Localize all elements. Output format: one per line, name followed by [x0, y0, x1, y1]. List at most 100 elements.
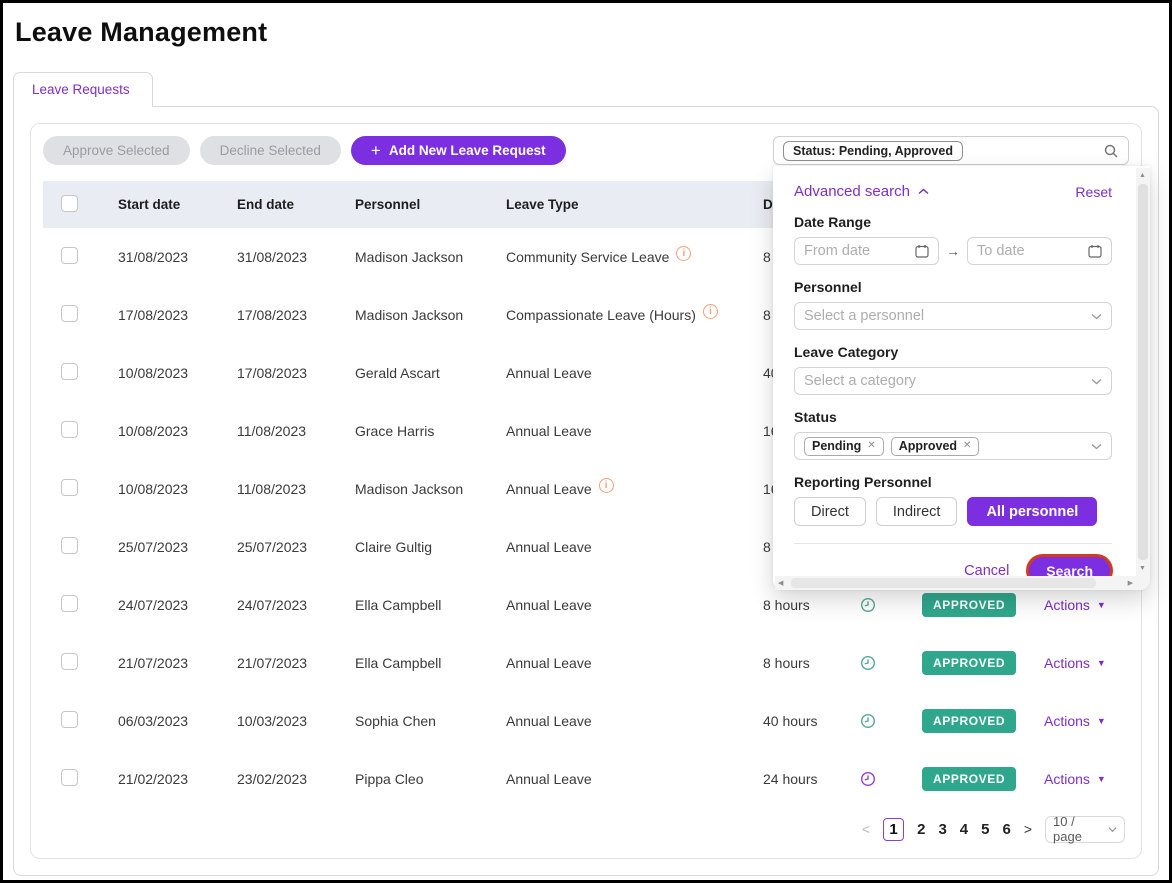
header-end-date: End date [237, 197, 355, 212]
header-leave-type: Leave Type [506, 197, 763, 212]
pagination-prev[interactable]: < [862, 821, 870, 837]
leave-category-select[interactable]: Select a category [794, 367, 1112, 395]
tab-leave-requests[interactable]: Leave Requests [13, 72, 153, 107]
pagination-page-3[interactable]: 3 [938, 821, 946, 838]
status-chip-approved: Approved✕ [891, 437, 980, 456]
info-icon[interactable]: i [676, 246, 691, 261]
cell-end-date: 21/07/2023 [237, 655, 355, 671]
pagination-page-1[interactable]: 1 [883, 818, 904, 841]
cell-leave-type: Compassionate Leave (Hours) [506, 307, 696, 323]
actions-dropdown[interactable]: Actions▼ [1044, 713, 1121, 729]
pagination-page-2[interactable]: 2 [917, 821, 925, 838]
clock-icon [860, 713, 876, 729]
select-all-checkbox[interactable] [61, 195, 78, 212]
reporting-all-personnel-button[interactable]: All personnel [967, 497, 1097, 526]
status-badge: APPROVED [922, 709, 1016, 733]
row-checkbox[interactable] [61, 711, 78, 728]
table-row: 21/02/2023 23/02/2023 Pippa Cleo Annual … [43, 750, 1129, 808]
panel-vertical-scrollbar[interactable]: ▲ ▼ [1136, 168, 1150, 576]
cell-personnel: Madison Jackson [355, 307, 506, 323]
caret-up-icon [918, 188, 929, 195]
cell-start-date: 06/03/2023 [118, 713, 237, 729]
leave-category-label: Leave Category [794, 344, 1112, 360]
pagination-page-6[interactable]: 6 [1002, 821, 1010, 838]
cell-leave-type: Annual Leave [506, 481, 592, 497]
row-checkbox[interactable] [61, 595, 78, 612]
chevron-down-icon: ▼ [1097, 658, 1106, 668]
pagination-page-4[interactable]: 4 [960, 821, 968, 838]
chevron-down-icon: ▼ [1097, 600, 1106, 610]
info-icon[interactable]: i [703, 304, 718, 319]
status-label: Status [794, 409, 1112, 425]
row-checkbox[interactable] [61, 305, 78, 322]
page-title: Leave Management [15, 17, 1159, 48]
panel-horizontal-scrollbar[interactable]: ◀ ▶ [775, 576, 1136, 590]
search-button[interactable]: Search [1029, 557, 1110, 576]
cell-duration: 40 hours [763, 713, 817, 729]
reporting-indirect-button[interactable]: Indirect [876, 497, 958, 526]
calendar-icon [915, 244, 929, 258]
status-multiselect[interactable]: Pending✕ Approved✕ [794, 432, 1112, 460]
scroll-right-icon[interactable]: ▶ [1128, 580, 1133, 587]
page-size-select[interactable]: 10 / page [1045, 816, 1125, 843]
cell-end-date: 25/07/2023 [237, 539, 355, 555]
cell-end-date: 17/08/2023 [237, 307, 355, 323]
add-new-leave-request-button[interactable]: + Add New Leave Request [351, 136, 566, 165]
actions-dropdown[interactable]: Actions▼ [1044, 771, 1121, 787]
header-start-date: Start date [118, 197, 237, 212]
cell-start-date: 10/08/2023 [118, 481, 237, 497]
info-icon[interactable]: i [599, 478, 614, 493]
pagination-page-5[interactable]: 5 [981, 821, 989, 838]
approve-selected-button[interactable]: Approve Selected [43, 136, 190, 165]
cell-personnel: Ella Campbell [355, 597, 506, 613]
cell-personnel: Claire Gultig [355, 539, 506, 555]
search-input[interactable]: Status: Pending, Approved [773, 136, 1129, 165]
row-checkbox[interactable] [61, 479, 78, 496]
actions-dropdown[interactable]: Actions▼ [1044, 597, 1121, 613]
row-checkbox[interactable] [61, 769, 78, 786]
cell-duration: 24 hours [763, 771, 817, 787]
date-range-label: Date Range [794, 214, 1112, 230]
actions-dropdown[interactable]: Actions▼ [1044, 655, 1121, 671]
scroll-left-icon[interactable]: ◀ [778, 580, 783, 587]
chevron-down-icon [1108, 826, 1117, 833]
cell-start-date: 25/07/2023 [118, 539, 237, 555]
from-date-field[interactable]: From date [794, 237, 939, 265]
row-checkbox[interactable] [61, 247, 78, 264]
remove-tag-icon[interactable]: ✕ [867, 440, 875, 451]
to-date-field[interactable]: To date [967, 237, 1112, 265]
advanced-search-panel: Advanced search Reset Date Range From da… [773, 166, 1150, 590]
remove-tag-icon[interactable]: ✕ [963, 440, 971, 451]
cell-leave-type: Annual Leave [506, 423, 592, 439]
chevron-down-icon [1091, 378, 1102, 385]
status-chip-pending: Pending✕ [804, 437, 884, 456]
scrollbar-thumb[interactable] [791, 578, 1096, 588]
search-filter-tag[interactable]: Status: Pending, Approved [783, 141, 963, 161]
chevron-down-icon: ▼ [1097, 716, 1106, 726]
advanced-search-toggle[interactable]: Advanced search [794, 183, 929, 200]
cell-end-date: 10/03/2023 [237, 713, 355, 729]
scrollbar-thumb[interactable] [1138, 184, 1148, 560]
reset-link[interactable]: Reset [1075, 184, 1112, 200]
row-checkbox[interactable] [61, 421, 78, 438]
scroll-down-icon[interactable]: ▼ [1139, 565, 1146, 572]
row-checkbox[interactable] [61, 537, 78, 554]
status-badge: APPROVED [922, 767, 1016, 791]
cell-end-date: 11/08/2023 [237, 481, 355, 497]
reporting-direct-button[interactable]: Direct [794, 497, 866, 526]
scroll-up-icon[interactable]: ▲ [1139, 172, 1146, 179]
row-checkbox[interactable] [61, 363, 78, 380]
chevron-down-icon [1091, 313, 1102, 320]
pagination: < 1 2 3 4 5 6 > 10 / page [43, 814, 1125, 844]
cancel-button[interactable]: Cancel [964, 563, 1009, 577]
cell-leave-type: Annual Leave [506, 539, 592, 555]
table-row: 06/03/2023 10/03/2023 Sophia Chen Annual… [43, 692, 1129, 750]
arrow-right-icon: → [946, 243, 960, 259]
pagination-next[interactable]: > [1024, 821, 1032, 837]
status-badge: APPROVED [922, 651, 1016, 675]
cell-end-date: 11/08/2023 [237, 423, 355, 439]
decline-selected-button[interactable]: Decline Selected [200, 136, 341, 165]
row-checkbox[interactable] [61, 653, 78, 670]
personnel-select[interactable]: Select a personnel [794, 302, 1112, 330]
cell-leave-type: Annual Leave [506, 771, 592, 787]
